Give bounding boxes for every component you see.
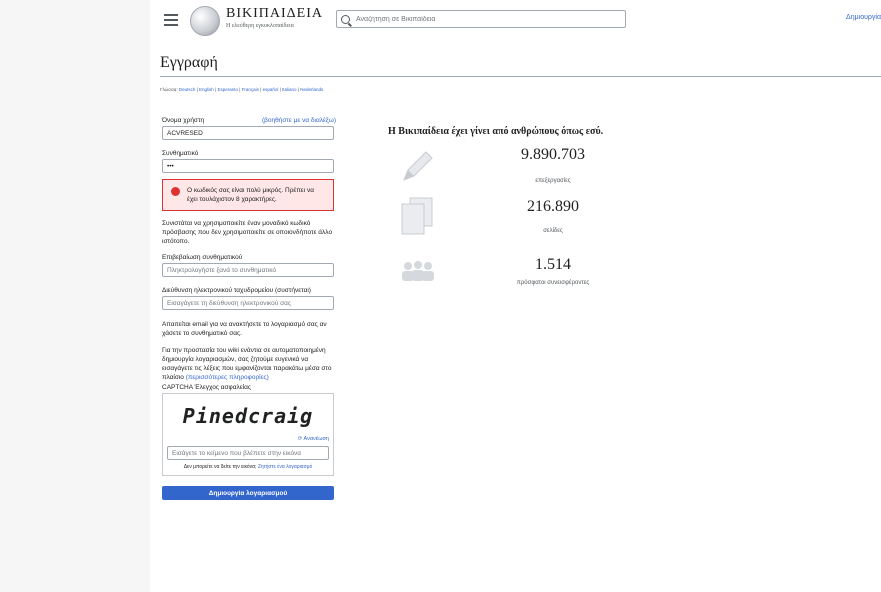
username-label-row: Όνομα χρήστη (βοηθήστε με να διαλέξω) — [162, 117, 336, 124]
stat-value: 1.514 — [535, 256, 571, 273]
contributors-icon — [402, 261, 434, 281]
stat-pages: 216.890 σελίδες — [398, 196, 598, 246]
username-label: Όνομα χρήστη — [162, 117, 205, 124]
captcha-box: Pinedcraig ⟳ Ανανέωση Δεν μπορείτε να δε… — [162, 393, 334, 476]
stats-heading: Η Βικιπαίδεια έχει γίνει από ανθρώπους ό… — [388, 126, 604, 137]
language-link[interactable]: English — [199, 87, 214, 92]
captcha-input[interactable] — [167, 446, 329, 460]
confirm-password-field[interactable] — [162, 263, 334, 277]
create-account-link[interactable]: Δημιουργία — [846, 14, 881, 21]
stat-contributors: 1.514 πρόσφατοι συνεισφέροντες — [398, 256, 598, 296]
menu-icon[interactable] — [164, 14, 178, 26]
username-help-link[interactable]: (βοηθήστε με να διαλέξω) — [262, 117, 336, 124]
error-text: Ο κωδικός σας είναι πολύ μικρός. Πρέπει … — [187, 187, 314, 203]
page-title: Εγγραφή — [160, 54, 218, 71]
language-links: Γλώσσα: Deutsch | English | Esperanto | … — [160, 87, 324, 92]
captcha-note-text: Δεν μπορείτε να δείτε την εικόνα; — [183, 464, 257, 470]
search-input[interactable] — [356, 15, 616, 23]
captcha-label: CAPTCHA Έλεγχος ασφαλείας — [162, 384, 252, 391]
title-divider — [160, 76, 881, 77]
password-label: Συνθηματικό — [162, 150, 199, 157]
stat-edits: 9.890.703 επεξεργασίες — [398, 146, 598, 196]
confirm-password-label: Επιβεβαίωση συνθηματικού — [162, 254, 243, 261]
email-label: Διεύθυνση ηλεκτρονικού ταχυδρομείου (συσ… — [162, 287, 311, 294]
stat-value: 9.890.703 — [521, 146, 585, 163]
captcha-intro: Για την προστασία του wiki ενάντια σε αυ… — [162, 346, 336, 382]
language-prefix: Γλώσσα: — [160, 87, 178, 92]
email-note: Απαιτείται email για να ανακτήσετε το λο… — [162, 321, 327, 337]
create-account-button[interactable]: Δημιουργία λογαριασμού — [162, 486, 334, 500]
logo-tagline: Η ελεύθερη εγκυκλοπαίδεια — [226, 23, 294, 29]
pencil-icon — [403, 151, 433, 181]
language-link[interactable]: Italiano — [282, 87, 297, 92]
language-link[interactable]: Deutsch — [179, 87, 196, 92]
logo-wordmark[interactable]: ΒΙΚΙΠΑΙΔΕΙΑ — [226, 6, 323, 22]
language-link[interactable]: Français — [242, 87, 259, 92]
signup-form: Όνομα χρήστη (βοηθήστε με να διαλέξω) Συ… — [162, 117, 336, 500]
password-advice: Συνιστάται να χρησιμοποιείτε έναν μοναδι… — [162, 220, 333, 245]
search-icon — [341, 14, 350, 24]
error-icon — [171, 187, 180, 196]
stat-label: πρόσφατοι συνεισφέροντες — [516, 280, 590, 286]
stat-label: σελίδες — [543, 228, 563, 234]
pages-icon — [401, 197, 433, 235]
stat-label: επεξεργασίες — [535, 178, 571, 184]
language-link[interactable]: español — [263, 87, 279, 92]
language-link[interactable]: Nederlands — [300, 87, 323, 92]
captcha-reload-label: Ανανέωση — [303, 436, 329, 442]
search-box[interactable] — [336, 10, 626, 28]
email-field[interactable] — [162, 296, 334, 310]
language-link[interactable]: Esperanto — [217, 87, 238, 92]
captcha-reload-link[interactable]: ⟳ Ανανέωση — [167, 436, 329, 442]
password-field[interactable] — [162, 159, 334, 173]
wikipedia-logo-icon[interactable] — [190, 6, 220, 36]
stat-value: 216.890 — [527, 198, 579, 215]
password-error-message: Ο κωδικός σας είναι πολύ μικρός. Πρέπει … — [162, 179, 334, 211]
captcha-image: Pinedcraig — [182, 404, 314, 428]
captcha-more-info-link[interactable]: (περισσότερες πληροφορίες) — [186, 374, 269, 381]
captcha-request-account-link[interactable]: Ζητήστε ένα λογαριασμό — [258, 464, 312, 470]
username-field[interactable] — [162, 126, 334, 140]
page: ΒΙΚΙΠΑΙΔΕΙΑ Η ελεύθερη εγκυκλοπαίδεια Δη… — [150, 0, 881, 592]
captcha-note: Δεν μπορείτε να δείτε την εικόνα; Ζητήστ… — [167, 464, 329, 471]
reload-icon: ⟳ — [297, 436, 303, 442]
